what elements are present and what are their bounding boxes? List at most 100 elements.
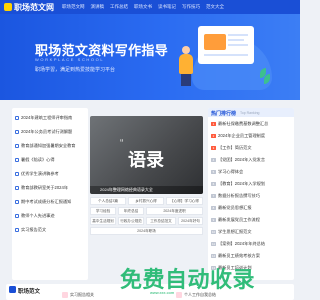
person-legs (181, 74, 191, 86)
board-line (228, 44, 248, 46)
section-icon (9, 286, 16, 293)
list-item[interactable]: 优秀学生演讲稿参考 (15, 170, 59, 177)
ranking-item-title: 2024年企业员工管理制度 (218, 132, 266, 138)
feature-caption: 2024年整理网络经典语录大全 (100, 187, 153, 192)
nav-item-documents[interactable]: 职场文书 (134, 4, 152, 10)
ranking-item-title: 数据分析报告撰写技巧 (218, 192, 260, 198)
nav-item-speech[interactable]: 演讲稿 (91, 4, 105, 10)
document-icon (15, 129, 19, 134)
list-item[interactable]: 实习报告范文 (15, 226, 46, 233)
rank-badge: 7 (211, 193, 216, 198)
ranking-item[interactable]: 11 【案例】2024年年终总结 (211, 240, 265, 247)
document-icon (15, 171, 19, 176)
tag-link[interactable]: 2024年好句 (178, 217, 203, 225)
feature-word: 语录 (128, 150, 164, 170)
document-icon (15, 143, 19, 148)
ranking-item-title: 最新社保缴费基数调整汇总 (218, 120, 269, 126)
article-thumbnail[interactable] (62, 292, 68, 298)
nav-item-summary[interactable]: 工作总结 (110, 4, 128, 10)
person-body (179, 54, 193, 74)
board-line (228, 39, 244, 41)
article-list: 2024年建筑工程师评审指南 2024年公务员考试行测解题 教育部通知加强暑期安… (12, 108, 88, 280)
hot-ranking-title: 热门排行榜 (211, 111, 237, 117)
rank-badge: 2 (211, 133, 216, 138)
site-logo[interactable]: 职场范文网 (4, 1, 54, 13)
document-icon (15, 185, 19, 190)
nav-item-home[interactable]: 职场范文网 (62, 4, 85, 10)
ranking-item[interactable]: 2 2024年企业员工管理制度 (211, 132, 265, 139)
hero-description: 职场学習，满足到热爱技能学习平台 (35, 67, 116, 73)
ranking-item[interactable]: 4 【党团】2024年入党发言 (211, 156, 265, 163)
plant-leaf (264, 74, 270, 84)
tag-link[interactable]: 【心得】学习心得 (166, 197, 203, 205)
rank-badge: 6 (211, 181, 216, 186)
list-item-title: 教师个人先进事迹 (21, 212, 55, 218)
ranking-item-title: 最新员工绩效考核方案 (218, 252, 260, 258)
ranking-item-title: 最新党员思想汇报 (218, 204, 252, 210)
hot-ranking-header: 热门排行榜 Top Ranking (208, 108, 294, 117)
ranking-item[interactable]: 1 最新社保缴费基数调整汇总 (211, 120, 268, 127)
ranking-item-title: 学生思想汇报范文 (218, 228, 252, 234)
document-icon (15, 227, 19, 232)
document-icon (15, 213, 19, 218)
nav-item-writing-tips[interactable]: 写作技巧 (182, 4, 200, 10)
document-icon (15, 199, 19, 204)
document-icon (15, 157, 19, 162)
logo-text: 职场范文网 (14, 2, 54, 12)
person-head (182, 46, 190, 54)
ranking-item[interactable]: 5 学习心得体会 (211, 168, 243, 175)
logo-icon (4, 3, 12, 11)
ranking-item[interactable]: 9 最新发展党员工作流程 (211, 216, 260, 223)
board-line (204, 54, 248, 56)
list-item-title: 暑假《陪读》心得 (21, 156, 55, 162)
list-item[interactable]: 教育部通知加强暑期安全教育 (15, 142, 75, 149)
ranking-item[interactable]: 6 【教育】2024年入学规划 (211, 180, 265, 187)
ranking-item-title: 最新发展党员工作流程 (218, 216, 260, 222)
list-item-title: 教育部教研室关于2024年 (21, 184, 69, 190)
featured-article-image[interactable]: “ 语录 2024年整理网络经典语录大全 (90, 116, 203, 194)
tag-link[interactable]: 工作总结范文 (146, 217, 176, 225)
rank-badge: 3 (211, 145, 216, 150)
list-item[interactable]: 2024年建筑工程师评审指南 (15, 114, 72, 121)
ranking-item-title: 【党团】2024年入党发言 (218, 156, 266, 162)
ranking-item[interactable]: 10 学生思想汇报范文 (211, 228, 252, 235)
list-item-title: 实习报告范文 (21, 226, 47, 232)
hero-banner: 职场范文资料写作指导 WORKPLACE SCHOOL 职场学習，满足到热爱技能… (0, 14, 300, 100)
nav-item-samples[interactable]: 范文大全 (206, 4, 224, 10)
rank-badge: 4 (211, 157, 216, 162)
ranking-item[interactable]: 8 最新党员思想汇报 (211, 204, 252, 211)
rank-badge: 11 (211, 241, 216, 246)
tag-link[interactable]: 学习经验 (90, 207, 116, 215)
ranking-item-title: 学习心得体会 (218, 168, 244, 174)
tag-link[interactable]: 2024年职场 (90, 227, 203, 235)
main-nav: 职场范文网 演讲稿 工作总结 职场文书 读书笔记 写作技巧 范文大全 (62, 0, 224, 14)
rank-badge: 9 (211, 217, 216, 222)
illustration-chart-panel (204, 34, 226, 50)
rank-badge: 8 (211, 205, 216, 210)
article-link[interactable]: 实习报告相关 (70, 292, 94, 298)
nav-item-reading-notes[interactable]: 读书笔记 (158, 4, 176, 10)
illustration-person (178, 46, 194, 86)
list-item[interactable]: 2024年公务员考试行测解题 (15, 128, 72, 135)
watermark-text: 免费自动收录 (120, 267, 256, 292)
ranking-item[interactable]: 7 数据分析报告撰写技巧 (211, 192, 260, 199)
list-item[interactable]: 期中考试成绩分析汇报通知 (15, 198, 71, 205)
section-title: 职场范文 (18, 289, 41, 295)
rank-badge: 12 (211, 253, 216, 258)
list-item[interactable]: 教育部教研室关于2024年 (15, 184, 68, 191)
tag-link[interactable]: 行政办公规范 (118, 217, 144, 225)
tag-link[interactable]: 年终总结 (118, 207, 144, 215)
tag-link[interactable]: 高中生活规划 (90, 217, 116, 225)
hot-ranking-panel: 热门排行榜 Top Ranking 1 最新社保缴费基数调整汇总 2 2024年企业… (208, 108, 294, 280)
document-icon (15, 115, 19, 120)
list-item[interactable]: 教师个人先进事迹 (15, 212, 55, 219)
tag-link[interactable]: 个人总结3篇 (90, 197, 126, 205)
board-line (228, 34, 248, 36)
list-item[interactable]: 暑假《陪读》心得 (15, 156, 55, 163)
hot-ranking-subtitle: Top Ranking (240, 111, 260, 115)
list-item-title: 优秀学生演讲稿参考 (21, 170, 59, 176)
tag-link[interactable]: 乡村振兴心得 (128, 197, 164, 205)
ranking-item[interactable]: 12 最新员工绩效考核方案 (211, 252, 260, 259)
tag-link[interactable]: 2024年度述职 (146, 207, 203, 215)
ranking-item[interactable]: 3 【工作】简历范文 (211, 144, 252, 151)
